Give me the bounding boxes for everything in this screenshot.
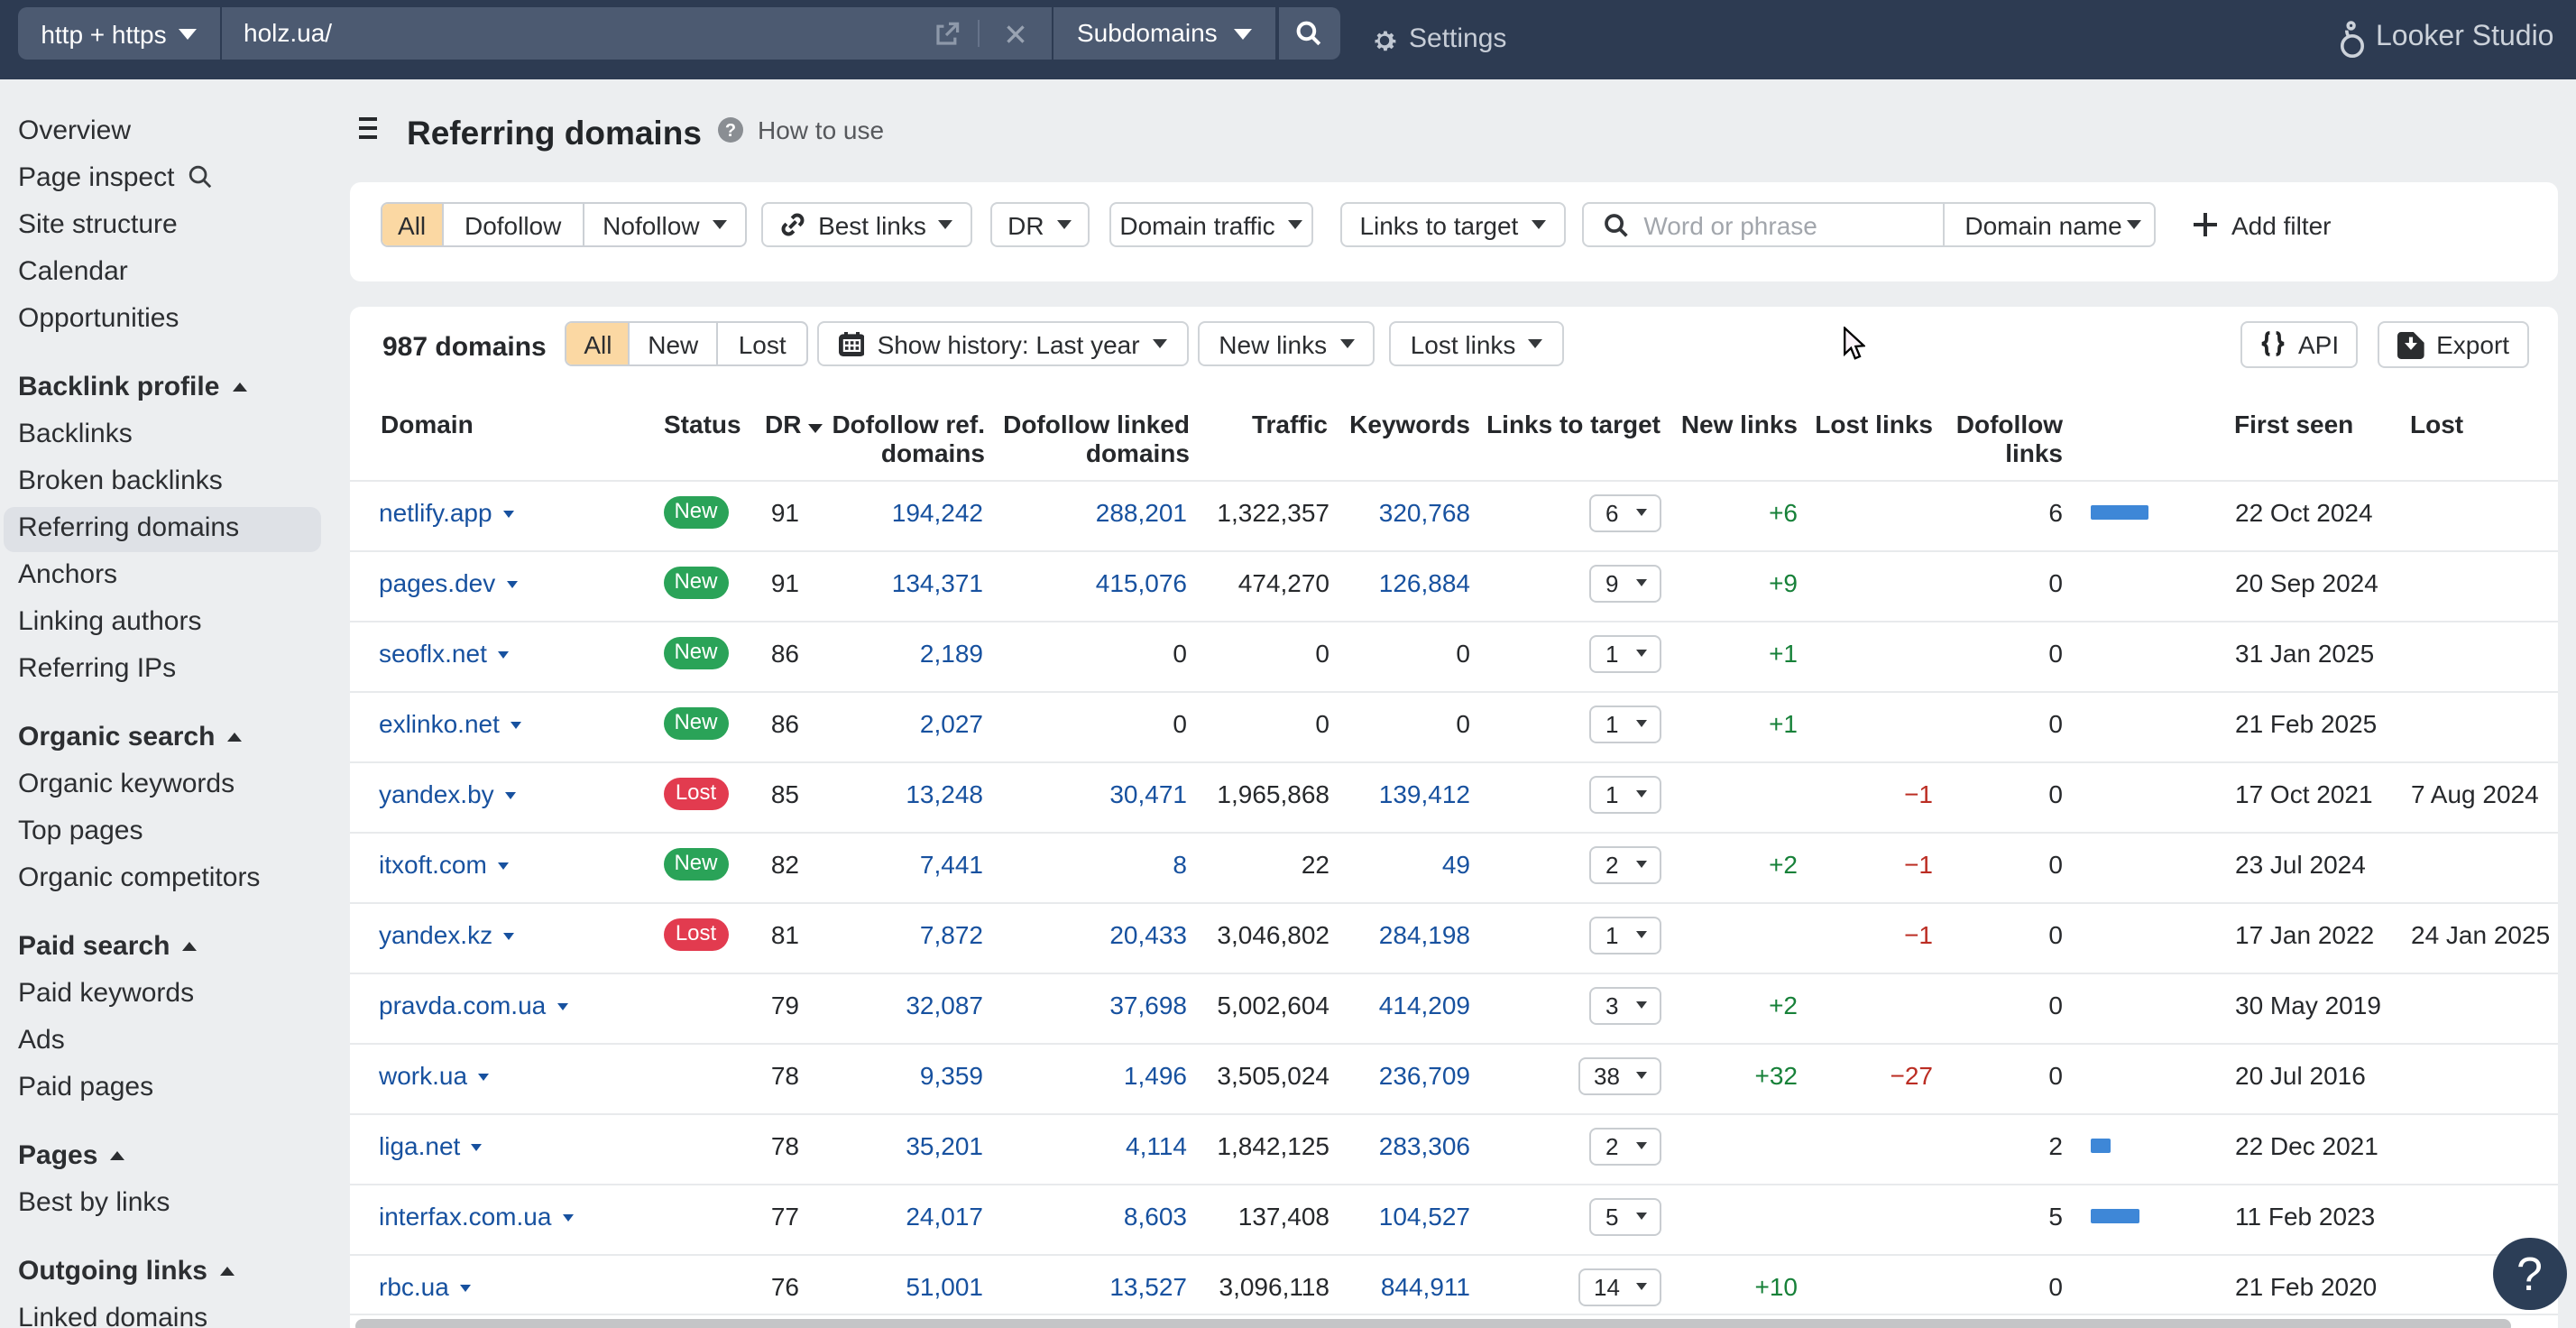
svg-text:?: ? — [724, 120, 735, 140]
